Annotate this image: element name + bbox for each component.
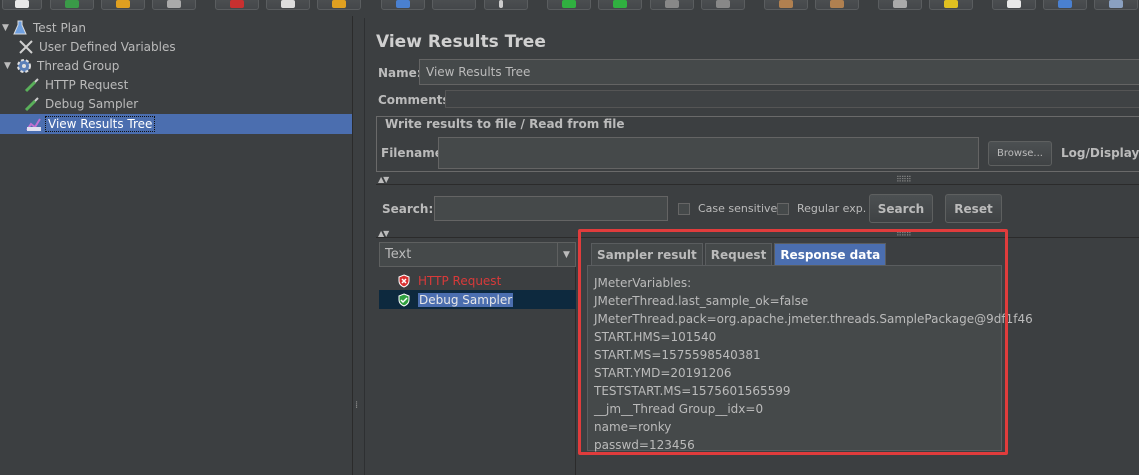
tree-item-user-defined-variables[interactable]: User Defined Variables <box>18 37 178 56</box>
divider <box>376 237 1139 238</box>
error-shield-icon <box>397 273 411 288</box>
browse-button[interactable]: Browse... <box>988 141 1052 166</box>
result-item-http-request[interactable]: HTTP Request <box>379 271 576 290</box>
start-button[interactable] <box>547 0 591 10</box>
case-sensitive-label: Case sensitive <box>698 202 778 215</box>
new-button[interactable] <box>2 0 42 10</box>
clear-button[interactable] <box>764 0 808 10</box>
divider <box>376 184 1139 185</box>
tree-item-label: HTTP Request <box>45 77 129 92</box>
response-line: __jm__Thread Group__idx=0 <box>594 402 764 416</box>
cut-button[interactable] <box>215 0 259 10</box>
response-line: START.MS=1575598540381 <box>594 348 761 362</box>
reset-button[interactable]: Reset <box>945 194 1002 223</box>
filename-label: Filename <box>381 146 443 160</box>
flask-icon <box>12 20 28 36</box>
result-item-label: HTTP Request <box>418 273 502 288</box>
expand-button[interactable] <box>381 0 425 10</box>
comments-field[interactable] <box>445 90 1139 108</box>
clear-all-button[interactable] <box>815 0 859 10</box>
checkbox-icon <box>777 202 789 215</box>
result-item-debug-sampler[interactable]: Debug Sampler <box>379 290 576 309</box>
search-input[interactable] <box>434 196 668 221</box>
chevron-down-icon[interactable]: ▼ <box>557 243 575 266</box>
reset-search-button[interactable] <box>929 0 973 10</box>
file-section-title: Write results to file / Read from file <box>382 117 628 131</box>
response-line: START.HMS=101540 <box>594 330 717 344</box>
collapse-arrows-icon[interactable]: ▲▼ <box>378 175 389 184</box>
toolbar <box>0 0 1139 16</box>
copy-button[interactable] <box>266 0 310 10</box>
tab-response-data[interactable]: Response data <box>774 243 887 265</box>
pipette-icon <box>24 77 40 93</box>
paste-button[interactable] <box>317 0 361 10</box>
response-line: passwd=123456 <box>594 438 695 452</box>
tree-item-test-plan[interactable]: Test Plan <box>12 18 88 37</box>
response-line: JMeterVariables: <box>594 276 692 290</box>
divider-grip-icon[interactable]: ⁞ <box>355 400 358 411</box>
result-tabs: Sampler result Request Response data <box>591 243 888 265</box>
name-label: Name: <box>378 66 422 80</box>
response-data-text[interactable]: JMeterVariables: JMeterThread.last_sampl… <box>587 265 1033 452</box>
regex-label: Regular exp. <box>797 202 867 215</box>
renderer-select[interactable]: Text ▼ <box>379 242 576 267</box>
response-line: TESTSTART.MS=1575601565599 <box>594 384 791 398</box>
tree-item-label: Debug Sampler <box>45 96 139 111</box>
tree-item-debug-sampler[interactable]: Debug Sampler <box>24 94 140 113</box>
divider-grip-icon[interactable]: ⠿⠿⠿ <box>896 175 912 184</box>
response-line: name=ronky <box>594 420 672 434</box>
tab-request[interactable]: Request <box>704 243 773 265</box>
success-shield-icon <box>397 292 411 307</box>
save-button[interactable] <box>152 0 196 10</box>
response-line: JMeterThread.pack=org.apache.jmeter.thre… <box>594 312 1033 326</box>
view-results-tree-panel: View Results Tree Name: View Results Tre… <box>364 18 1139 475</box>
tree-item-label: View Results Tree <box>45 115 156 132</box>
results-list: HTTP Request Debug Sampler <box>379 267 576 475</box>
response-line: START.YMD=20191206 <box>594 366 732 380</box>
regex-checkbox[interactable]: Regular exp. <box>777 202 866 215</box>
response-line: JMeterThread.last_sample_ok=false <box>594 294 809 308</box>
tree-item-label: User Defined Variables <box>39 39 176 54</box>
wrench-icon <box>18 39 34 55</box>
search-tree-button[interactable] <box>878 0 922 10</box>
checkbox-icon <box>678 202 690 215</box>
tree-item-thread-group[interactable]: Thread Group <box>16 56 121 75</box>
tree-item-label: Test Plan <box>33 20 86 35</box>
tree-item-label: Thread Group <box>37 58 120 73</box>
renderer-value: Text <box>385 247 412 262</box>
case-sensitive-checkbox[interactable]: Case sensitive <box>678 202 777 215</box>
tab-sampler-result[interactable]: Sampler result <box>591 243 703 265</box>
collapse-arrow-icon[interactable]: ▼ <box>2 23 12 33</box>
filename-field[interactable] <box>438 137 979 169</box>
toggle-button[interactable] <box>484 0 528 10</box>
tree-item-http-request[interactable]: HTTP Request <box>24 75 130 94</box>
search-label: Search: <box>382 202 434 216</box>
chart-icon <box>26 116 42 132</box>
remote-button[interactable] <box>1094 0 1138 10</box>
function-helper-button[interactable] <box>992 0 1036 10</box>
shutdown-button[interactable] <box>701 0 745 10</box>
help-button[interactable] <box>1043 0 1087 10</box>
log-display-label: Log/Display Or <box>1061 146 1139 160</box>
result-item-label: Debug Sampler <box>418 292 514 307</box>
gear-icon <box>16 58 32 74</box>
start-no-pauses-button[interactable] <box>598 0 642 10</box>
templates-button[interactable] <box>50 0 94 10</box>
open-button[interactable] <box>101 0 145 10</box>
page-title: View Results Tree <box>376 32 546 52</box>
search-button[interactable]: Search <box>869 194 933 223</box>
collapse-button[interactable] <box>432 0 476 10</box>
stop-button[interactable] <box>650 0 694 10</box>
collapse-arrow-icon[interactable]: ▼ <box>4 61 14 71</box>
pipette-icon <box>24 96 40 112</box>
test-plan-tree: ▼ Test Plan User Defined Variables ▼ Thr… <box>0 16 352 475</box>
tree-item-view-results-tree[interactable]: View Results Tree <box>26 114 156 133</box>
comments-label: Comments: <box>378 93 455 107</box>
name-field[interactable]: View Results Tree <box>419 59 1139 85</box>
